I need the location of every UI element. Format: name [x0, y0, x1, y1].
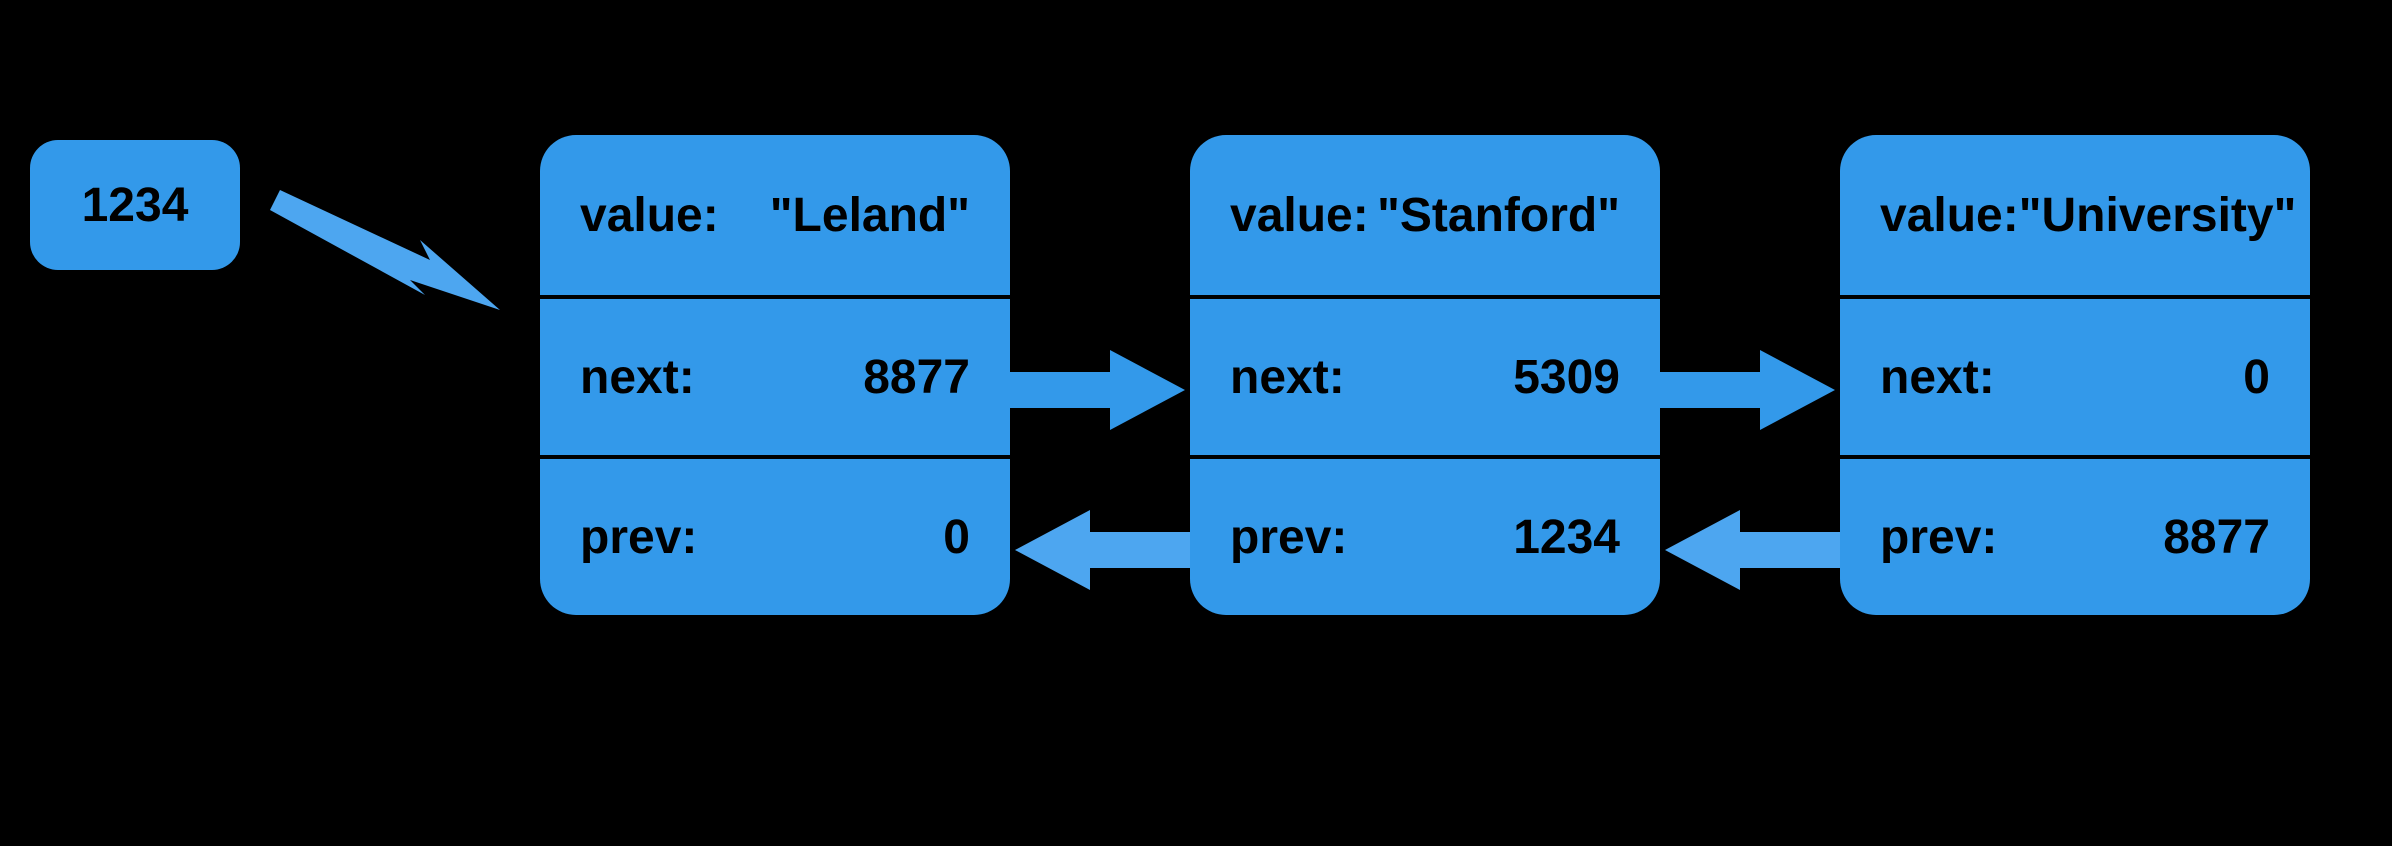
- next-label: next:: [1880, 350, 1995, 405]
- arrow-prev-2-to-1: [1660, 500, 1840, 600]
- next-label: next:: [1230, 350, 1345, 405]
- head-pointer-box: 1234: [30, 140, 240, 270]
- node-1-next-row: next: 5309: [1190, 295, 1660, 455]
- node-2-prev: 8877: [2163, 510, 2270, 565]
- arrow-head-to-node0: [260, 180, 520, 320]
- node-1-next: 5309: [1513, 350, 1620, 405]
- node-1-prev-row: prev: 1234: [1190, 455, 1660, 615]
- value-label: value:: [580, 188, 719, 243]
- node-2: value: "University" next: 0 prev: 8877: [1840, 135, 2310, 615]
- node-0-next-row: next: 8877: [540, 295, 1010, 455]
- node-1-value-row: value: "Stanford": [1190, 135, 1660, 295]
- head-address: 1234: [82, 178, 189, 233]
- node-0-value: "Leland": [770, 188, 970, 243]
- value-label: value:: [1880, 188, 2019, 243]
- node-0-next: 8877: [863, 350, 970, 405]
- node-0-prev-row: prev: 0: [540, 455, 1010, 615]
- arrow-prev-1-to-0: [1010, 500, 1190, 600]
- node-1-prev: 1234: [1513, 510, 1620, 565]
- node-2-next-row: next: 0: [1840, 295, 2310, 455]
- value-label: value:: [1230, 188, 1369, 243]
- node-1-value: "Stanford": [1377, 188, 1620, 243]
- prev-label: prev:: [1230, 510, 1347, 565]
- arrow-next-1-to-2: [1660, 340, 1840, 440]
- node-0-value-row: value: "Leland": [540, 135, 1010, 295]
- next-label: next:: [580, 350, 695, 405]
- node-0-prev: 0: [943, 510, 970, 565]
- node-2-value-row: value: "University": [1840, 135, 2310, 295]
- prev-label: prev:: [1880, 510, 1997, 565]
- node-1: value: "Stanford" next: 5309 prev: 1234: [1190, 135, 1660, 615]
- prev-label: prev:: [580, 510, 697, 565]
- node-2-value: "University": [2019, 188, 2297, 243]
- node-0: value: "Leland" next: 8877 prev: 0: [540, 135, 1010, 615]
- node-2-prev-row: prev: 8877: [1840, 455, 2310, 615]
- arrow-next-0-to-1: [1010, 340, 1190, 440]
- node-2-next: 0: [2243, 350, 2270, 405]
